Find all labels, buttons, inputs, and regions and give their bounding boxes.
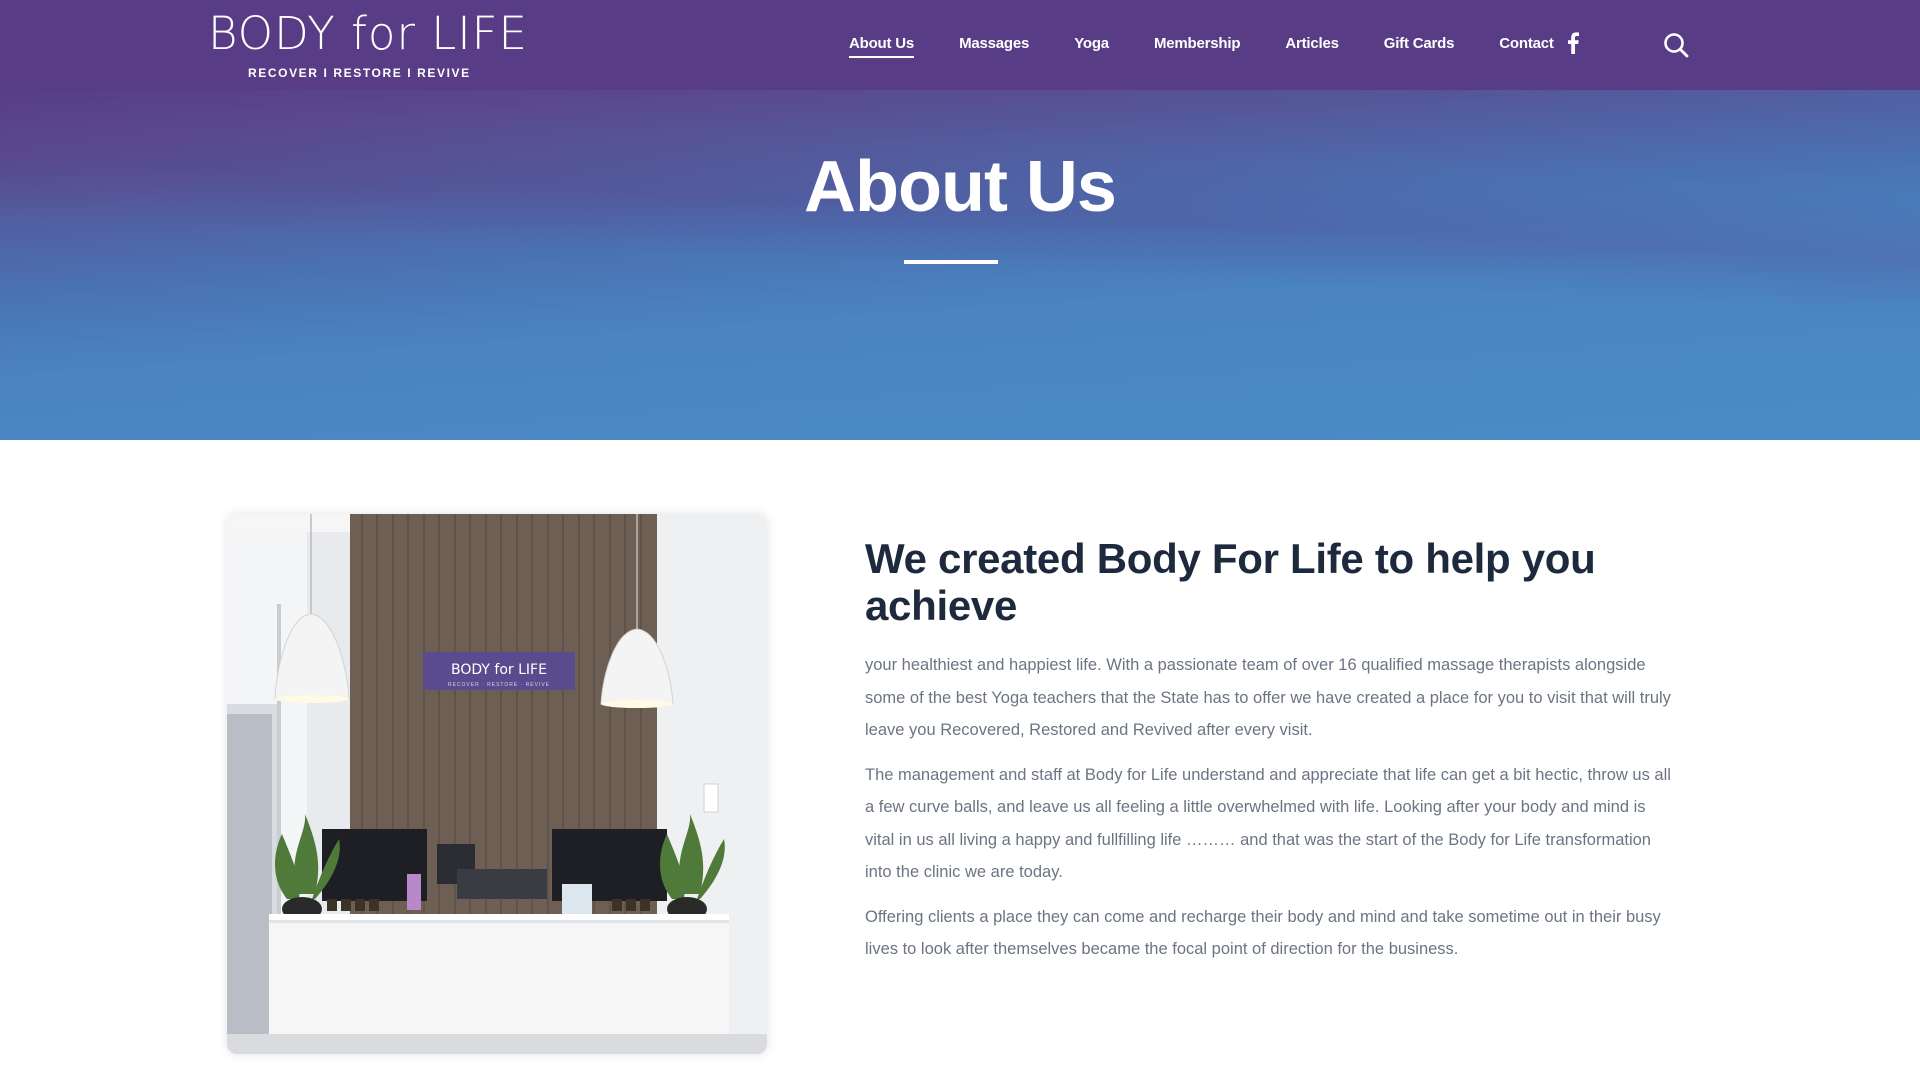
page-title: About Us — [804, 147, 1117, 227]
title-divider — [904, 260, 998, 264]
reception-photo: BODY for LIFE RECOVER · RESTORE · REVIVE — [227, 514, 767, 1054]
site-logo[interactable]: BODY for LIFE RECOVER I RESTORE I REVIVE — [208, 7, 528, 84]
svg-text:RECOVER · RESTORE · REVIVE: RECOVER · RESTORE · REVIVE — [448, 682, 550, 688]
logo-tagline: RECOVER I RESTORE I REVIVE — [248, 66, 471, 80]
nav-item-membership[interactable]: Membership — [1154, 0, 1241, 90]
site-header: BODY for LIFE RECOVER I RESTORE I REVIVE… — [0, 0, 1920, 90]
svg-text:BODY for LIFE: BODY for LIFE — [451, 662, 547, 678]
facebook-icon[interactable] — [1566, 32, 1580, 54]
about-content: We created Body For Life to help you ach… — [865, 535, 1677, 966]
paragraph-2: The management and staff at Body for Lif… — [865, 765, 1671, 882]
nav-item-contact[interactable]: Contact — [1499, 0, 1554, 90]
logo-wordmark: BODY for LIFE — [208, 7, 528, 60]
nav-item-about-us[interactable]: About Us — [849, 0, 914, 90]
nav-item-yoga[interactable]: Yoga — [1074, 0, 1109, 90]
nav-item-gift-cards[interactable]: Gift Cards — [1384, 0, 1455, 90]
paragraph-1: your healthiest and happiest life. With … — [865, 656, 1671, 739]
section-heading: We created Body For Life to help you ach… — [865, 535, 1596, 629]
search-icon[interactable] — [1663, 32, 1689, 58]
hero-banner: About Us — [0, 90, 1920, 440]
nav-item-articles[interactable]: Articles — [1285, 0, 1339, 90]
nav-item-massages[interactable]: Massages — [959, 0, 1029, 90]
main-nav: About Us Massages Yoga Membership Articl… — [849, 0, 1599, 90]
paragraph-3: Offering clients a place they can come a… — [865, 907, 1661, 959]
